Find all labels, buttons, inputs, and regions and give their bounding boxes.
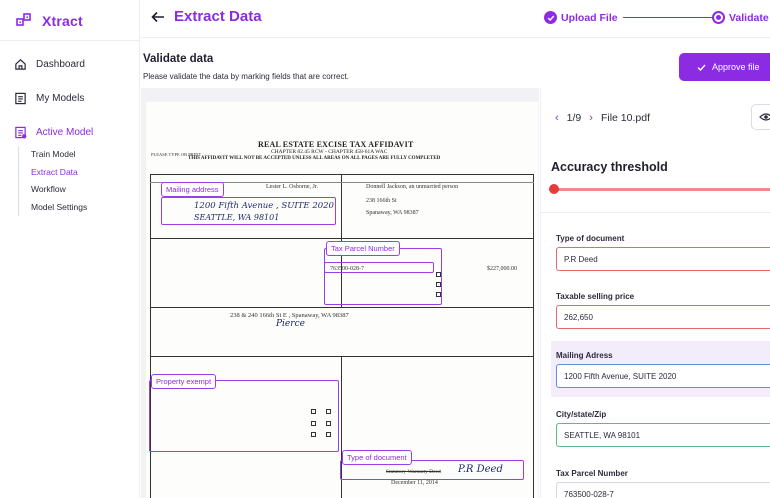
field-label-mailing-address: Mailing Adress bbox=[556, 351, 613, 360]
city-state-zip-input[interactable] bbox=[556, 423, 770, 447]
subnav-item-train-model[interactable]: Train Model bbox=[31, 146, 87, 164]
form-divider bbox=[150, 307, 534, 308]
field-label-tax-parcel-number: Tax Parcel Number bbox=[556, 469, 628, 478]
highlight-mailing-address[interactable] bbox=[161, 197, 336, 225]
sidebar-item-active-model[interactable]: Active Model bbox=[14, 126, 93, 139]
step-connector bbox=[623, 17, 713, 18]
approve-label: Approve file bbox=[712, 62, 760, 72]
accuracy-title: Accuracy threshold bbox=[551, 160, 668, 174]
step-label: Upload File bbox=[561, 11, 618, 24]
subnav-item-workflow[interactable]: Workflow bbox=[31, 181, 87, 199]
xtract-logo-icon bbox=[16, 13, 31, 26]
prev-file-icon[interactable]: ‹ bbox=[555, 112, 559, 124]
step-label: Validate bbox=[729, 11, 769, 24]
doc-property-address: 238 & 240 166th St E , Spanaway, WA 9838… bbox=[230, 312, 349, 319]
section-title: Validate data bbox=[143, 53, 214, 65]
doc-hand-county: Pierce bbox=[276, 319, 305, 329]
panel-divider bbox=[541, 212, 770, 213]
doc-buyer-city: Spanaway, WA 98387 bbox=[366, 210, 419, 216]
brand: Xtract bbox=[16, 12, 83, 30]
doc-buyer-name: Donnell Jackson, an unmarried person bbox=[366, 184, 459, 190]
step-upload-file[interactable]: Upload File bbox=[544, 11, 618, 24]
field-label-city-state-zip: City/state/Zip bbox=[556, 410, 607, 419]
file-pager: ‹ 1/9 › File 10.pdf bbox=[555, 112, 650, 124]
doc-assessed-value: $227,000.00 bbox=[487, 266, 517, 272]
section-subtitle: Please validate the data by marking fiel… bbox=[143, 72, 349, 81]
form-divider bbox=[150, 238, 534, 239]
brand-divider bbox=[0, 40, 140, 41]
sidebar-item-label: My Models bbox=[36, 93, 85, 104]
check-icon bbox=[697, 64, 706, 71]
sidebar-item-dashboard[interactable]: Dashboard bbox=[14, 58, 85, 71]
approve-file-button[interactable]: Approve file bbox=[679, 53, 770, 81]
home-icon bbox=[15, 59, 26, 70]
page-title: Extract Data bbox=[174, 8, 262, 25]
mailing-address-input[interactable] bbox=[556, 364, 770, 388]
validation-panel: ‹ 1/9 › File 10.pdf Accuracy threshold T… bbox=[540, 88, 770, 498]
top-header: Extract Data Upload File Validate bbox=[141, 0, 770, 38]
next-file-icon[interactable]: › bbox=[589, 112, 593, 124]
back-arrow-icon[interactable] bbox=[150, 9, 166, 25]
subnav-item-extract-data[interactable]: Extract Data bbox=[31, 164, 87, 182]
document-list-icon bbox=[15, 92, 26, 105]
eye-icon bbox=[759, 113, 770, 121]
form-divider bbox=[150, 356, 534, 357]
doc-buyer-address: 238 166th St bbox=[366, 198, 397, 204]
doc-title: REAL ESTATE EXCISE TAX AFFIDAVIT bbox=[258, 140, 414, 149]
subnav-item-model-settings[interactable]: Model Settings bbox=[31, 199, 87, 217]
accuracy-slider-track[interactable] bbox=[551, 188, 770, 191]
tax-parcel-number-input[interactable] bbox=[556, 482, 770, 498]
document-page: PLEASE TYPE OR PRINT REAL ESTATE EXCISE … bbox=[146, 102, 538, 498]
page-indicator: 1/9 bbox=[566, 112, 582, 124]
sidebar-item-label: Dashboard bbox=[36, 59, 85, 70]
accuracy-slider-thumb[interactable] bbox=[549, 184, 559, 194]
tag-type-of-document: Type of document bbox=[342, 450, 412, 465]
taxable-selling-price-input[interactable] bbox=[556, 305, 770, 329]
highlight-parcel-value[interactable] bbox=[324, 262, 434, 273]
sidebar-item-label: Active Model bbox=[36, 127, 94, 138]
tag-property-exempt: Property exempt bbox=[151, 374, 217, 389]
brand-name: Xtract bbox=[42, 13, 83, 29]
document-viewer[interactable]: PLEASE TYPE OR PRINT REAL ESTATE EXCISE … bbox=[141, 88, 539, 498]
field-label-taxable-selling-price: Taxable selling price bbox=[556, 292, 635, 301]
tag-mailing-address: Mailing address bbox=[161, 182, 224, 197]
app-root: Xtract Dashboard My Models Active Model … bbox=[0, 0, 770, 498]
field-label-type-of-document: Type of document bbox=[556, 234, 625, 243]
active-model-icon bbox=[15, 126, 27, 139]
sidebar: Xtract Dashboard My Models Active Model … bbox=[0, 0, 140, 498]
current-step-icon bbox=[712, 11, 725, 24]
tag-tax-parcel: Tax Parcel Number bbox=[326, 241, 400, 256]
sidebar-item-my-models[interactable]: My Models bbox=[14, 92, 84, 105]
type-of-document-input[interactable] bbox=[556, 247, 770, 271]
highlight-property-exempt[interactable] bbox=[149, 380, 339, 452]
doc-date: December 11, 2014 bbox=[391, 480, 438, 486]
doc-notice: THIS AFFIDAVIT WILL NOT BE ACCEPTED UNLE… bbox=[188, 156, 441, 161]
doc-seller-name: Lester L. Osborne, Jr. bbox=[266, 184, 318, 190]
file-name: File 10.pdf bbox=[600, 112, 650, 124]
doc-chapter: CHAPTER 82.45 RCW - CHAPTER 458-61A WAC bbox=[271, 149, 388, 155]
preview-button[interactable] bbox=[751, 104, 770, 130]
step-validate[interactable]: Validate bbox=[712, 11, 769, 24]
active-model-subnav: Train Model Extract Data Workflow Model … bbox=[18, 146, 87, 216]
highlight-tax-parcel[interactable] bbox=[324, 248, 442, 305]
check-circle-icon bbox=[544, 11, 557, 24]
